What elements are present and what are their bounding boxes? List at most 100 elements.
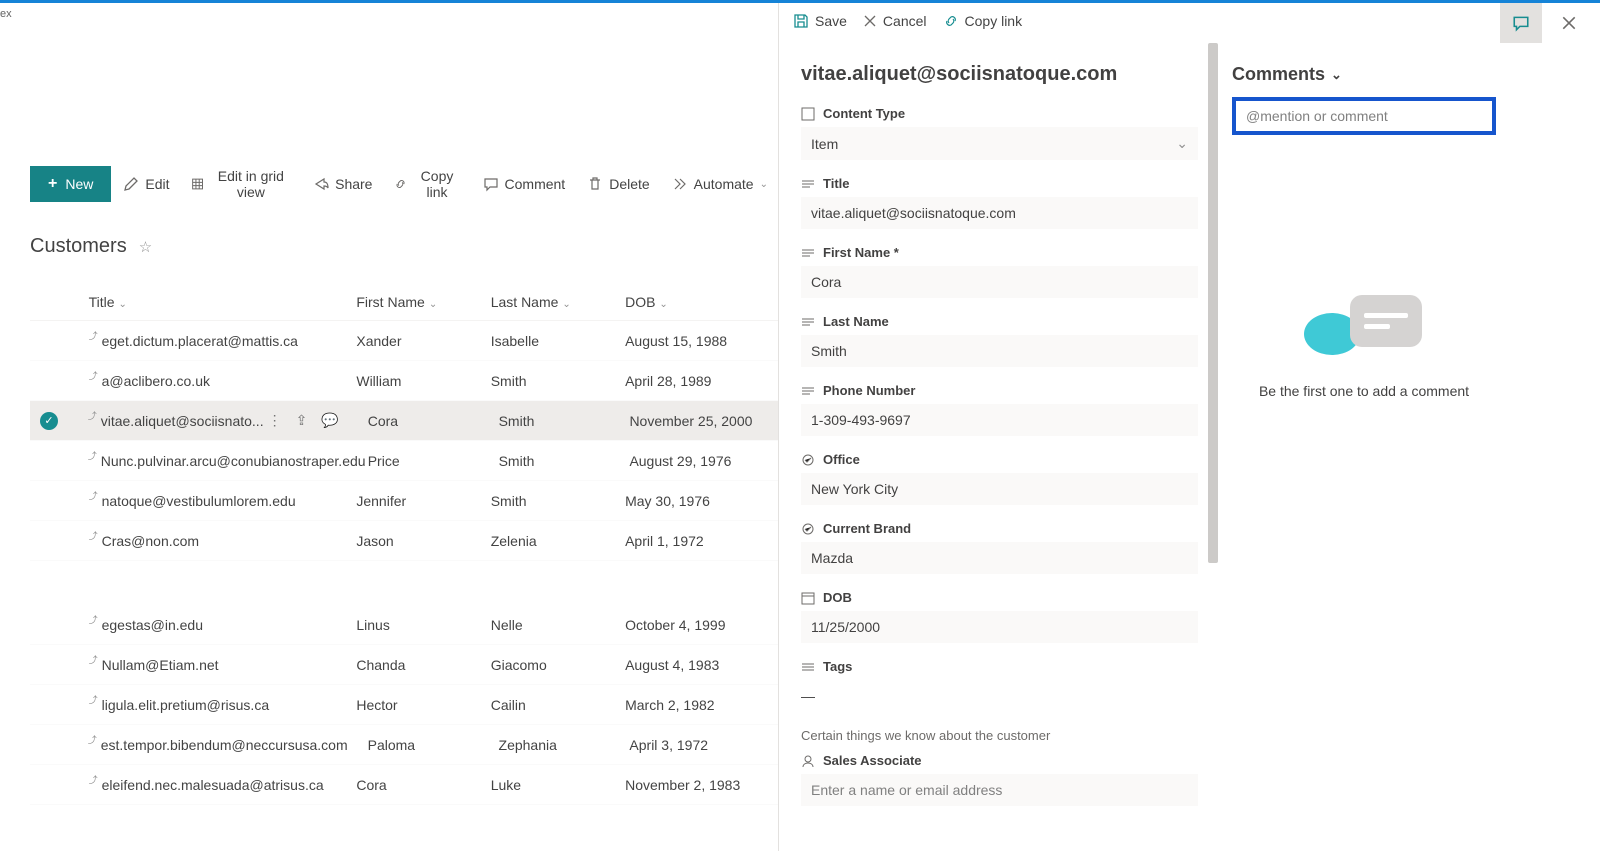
title-cell[interactable]: ⤴vitae.aliquet@sociisnato...⋮⇪💬 [78,412,358,429]
dob-cell: August 15, 1988 [615,333,778,349]
more-icon[interactable]: ⋮ [268,412,282,429]
field-first-name: First Name * [801,245,1198,298]
panel-scrollbar[interactable] [1206,43,1220,823]
trash-icon [587,176,603,192]
table-row[interactable]: ⤴a@aclibero.co.ukWilliamSmithApril 28, 1… [30,361,778,401]
chevron-down-icon: ⌄ [1331,67,1342,83]
cancel-button[interactable]: Cancel [863,13,927,29]
panel-header-actions [1420,3,1600,43]
field-tags: Tags — [801,659,1198,712]
close-icon [1561,15,1577,31]
table-row[interactable]: ⤴Nullam@Etiam.netChandaGiacomoAugust 4, … [30,645,778,685]
save-button[interactable]: Save [793,13,847,29]
last-cell: Smith [489,413,620,429]
comments-header[interactable]: Comments ⌄ [1232,64,1496,85]
link-icon [943,13,959,29]
title-cell[interactable]: ⤴eget.dictum.placerat@mattis.ca [79,333,347,349]
brand-value[interactable]: Mazda [801,542,1198,574]
col-dob[interactable]: DOB⌄ [615,294,778,310]
person-icon [801,754,815,768]
share-icon [313,176,329,192]
dob-cell: May 30, 1976 [615,493,778,509]
first-name-input[interactable] [801,266,1198,298]
choice-icon [801,453,815,467]
comment-button[interactable]: Comment [473,168,576,200]
last-cell: Isabelle [481,333,615,349]
delete-button[interactable]: Delete [577,168,659,200]
table-row[interactable]: ⤴egestas@in.eduLinusNelleOctober 4, 1999 [30,605,778,645]
tags-icon [801,660,815,674]
tags-value[interactable]: — [801,680,1198,712]
col-last-name[interactable]: Last Name⌄ [481,294,615,310]
dob-cell: April 3, 1972 [619,737,778,753]
phone-input[interactable] [801,404,1198,436]
table-row[interactable]: ⤴natoque@vestibulumlorem.eduJenniferSmit… [30,481,778,521]
table-row[interactable]: ⤴eget.dictum.placerat@mattis.caXanderIsa… [30,321,778,361]
title-cell[interactable]: ⤴a@aclibero.co.uk [79,373,347,389]
share-icon[interactable]: ⇪ [296,412,308,429]
share-button[interactable]: Share [303,168,382,200]
col-title[interactable]: Title⌄ [79,294,347,310]
sales-associate-input[interactable] [801,774,1198,806]
first-cell: Price [358,453,489,469]
content-type-icon [801,107,815,121]
table-row[interactable]: ⤴eleifend.nec.malesuada@atrisus.caCoraLu… [30,765,778,805]
plus-icon: + [48,175,57,193]
text-icon [801,177,815,191]
flow-icon [672,176,688,192]
pencil-icon [123,176,139,192]
comment-icon[interactable]: 💬 [321,412,338,429]
table-header: Title⌄ First Name⌄ Last Name⌄ DOB⌄ [30,284,778,321]
table-row[interactable]: ⤴ligula.elit.pretium@risus.caHectorCaili… [30,685,778,725]
automate-button[interactable]: Automate ⌄ [662,168,778,200]
last-name-input[interactable] [801,335,1198,367]
title-cell[interactable]: ⤴ligula.elit.pretium@risus.ca [79,697,347,713]
text-icon [801,315,815,329]
panel-copy-link-button[interactable]: Copy link [943,13,1023,29]
title-cell[interactable]: ⤴eleifend.nec.malesuada@atrisus.ca [79,777,347,793]
choice-icon [801,522,815,536]
chevron-down-icon: ⌄ [760,179,768,190]
edit-button[interactable]: Edit [113,168,179,200]
dob-cell: March 2, 1982 [615,697,778,713]
first-cell: William [346,373,480,389]
link-icon [394,176,407,192]
field-dob: DOB [801,590,1198,643]
chevron-down-icon: ⌄ [1176,135,1188,152]
selected-check-icon[interactable]: ✓ [40,412,58,430]
office-value[interactable]: New York City [801,473,1198,505]
comment-icon [483,176,499,192]
title-cell[interactable]: ⤴est.tempor.bibendum@neccursusa.com [78,737,358,753]
main-list-area: + New Edit Edit in grid view Share Copy … [0,30,778,850]
copy-link-button[interactable]: Copy link [384,160,470,208]
field-office: Office New York City [801,452,1198,505]
table-row[interactable]: ⤴Cras@non.comJasonZeleniaApril 1, 1972 [30,521,778,561]
col-first-name[interactable]: First Name⌄ [346,294,480,310]
dob-input[interactable] [801,611,1198,643]
table-row[interactable]: ✓⤴vitae.aliquet@sociisnato...⋮⇪💬CoraSmit… [30,401,778,441]
comment-input[interactable] [1232,97,1496,135]
title-cell[interactable]: ⤴natoque@vestibulumlorem.edu [79,493,347,509]
title-input[interactable] [801,197,1198,229]
comments-toggle-button[interactable] [1500,3,1542,43]
title-cell[interactable]: ⤴egestas@in.edu [79,617,347,633]
comments-empty-text: Be the first one to add a comment [1232,383,1496,399]
title-cell[interactable]: ⤴Nunc.pulvinar.arcu@conubianostraper.edu [78,453,358,469]
close-panel-button[interactable] [1548,3,1590,43]
dob-cell: April 1, 1972 [615,533,778,549]
comment-icon [1512,14,1530,32]
favorite-star-icon[interactable]: ☆ [139,238,152,256]
edit-grid-button[interactable]: Edit in grid view [181,160,301,208]
title-cell[interactable]: ⤴Nullam@Etiam.net [79,657,347,673]
table-row[interactable]: ⤴est.tempor.bibendum@neccursusa.comPalom… [30,725,778,765]
first-cell: Jennifer [346,493,480,509]
title-cell[interactable]: ⤴Cras@non.com [79,533,347,549]
comment-bubbles-icon [1304,295,1424,365]
content-type-select[interactable]: Item ⌄ [801,127,1198,160]
new-button[interactable]: + New [30,166,111,202]
first-cell: Linus [346,617,480,633]
table-row[interactable]: ⤴Nunc.pulvinar.arcu@conubianostraper.edu… [30,441,778,481]
last-cell: Zelenia [481,533,615,549]
last-cell: Nelle [481,617,615,633]
customers-table: Title⌄ First Name⌄ Last Name⌄ DOB⌄ ⤴eget… [30,284,778,805]
